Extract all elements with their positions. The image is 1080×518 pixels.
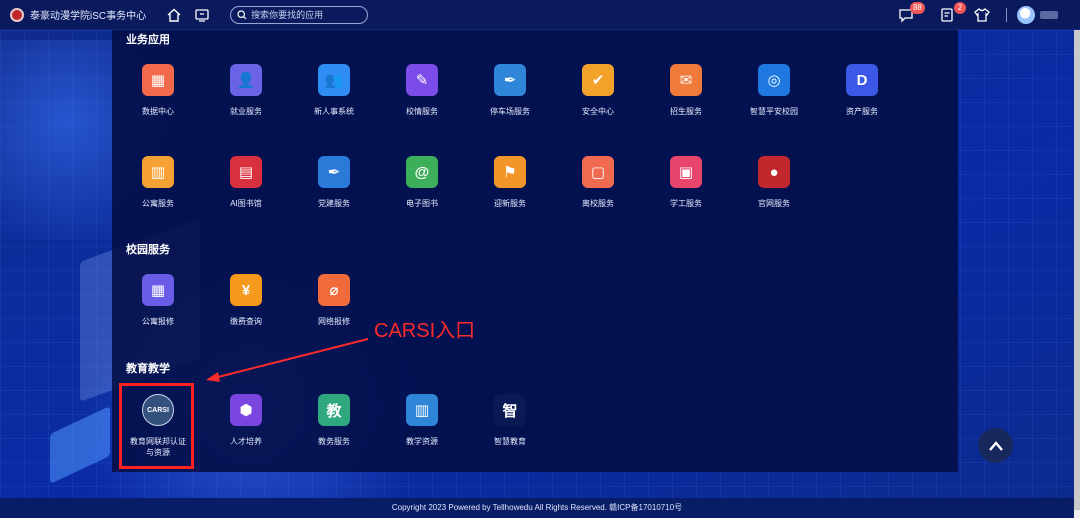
chevron-up-icon (988, 440, 1003, 451)
footer-copyright: Copyright 2023 Powered by Tellhowedu All… (0, 498, 1074, 518)
scrollbar-thumb[interactable] (1074, 30, 1080, 510)
scroll-to-top-button[interactable] (978, 428, 1013, 463)
scrollbar[interactable] (1074, 30, 1080, 518)
annotation-arrow (206, 338, 369, 382)
